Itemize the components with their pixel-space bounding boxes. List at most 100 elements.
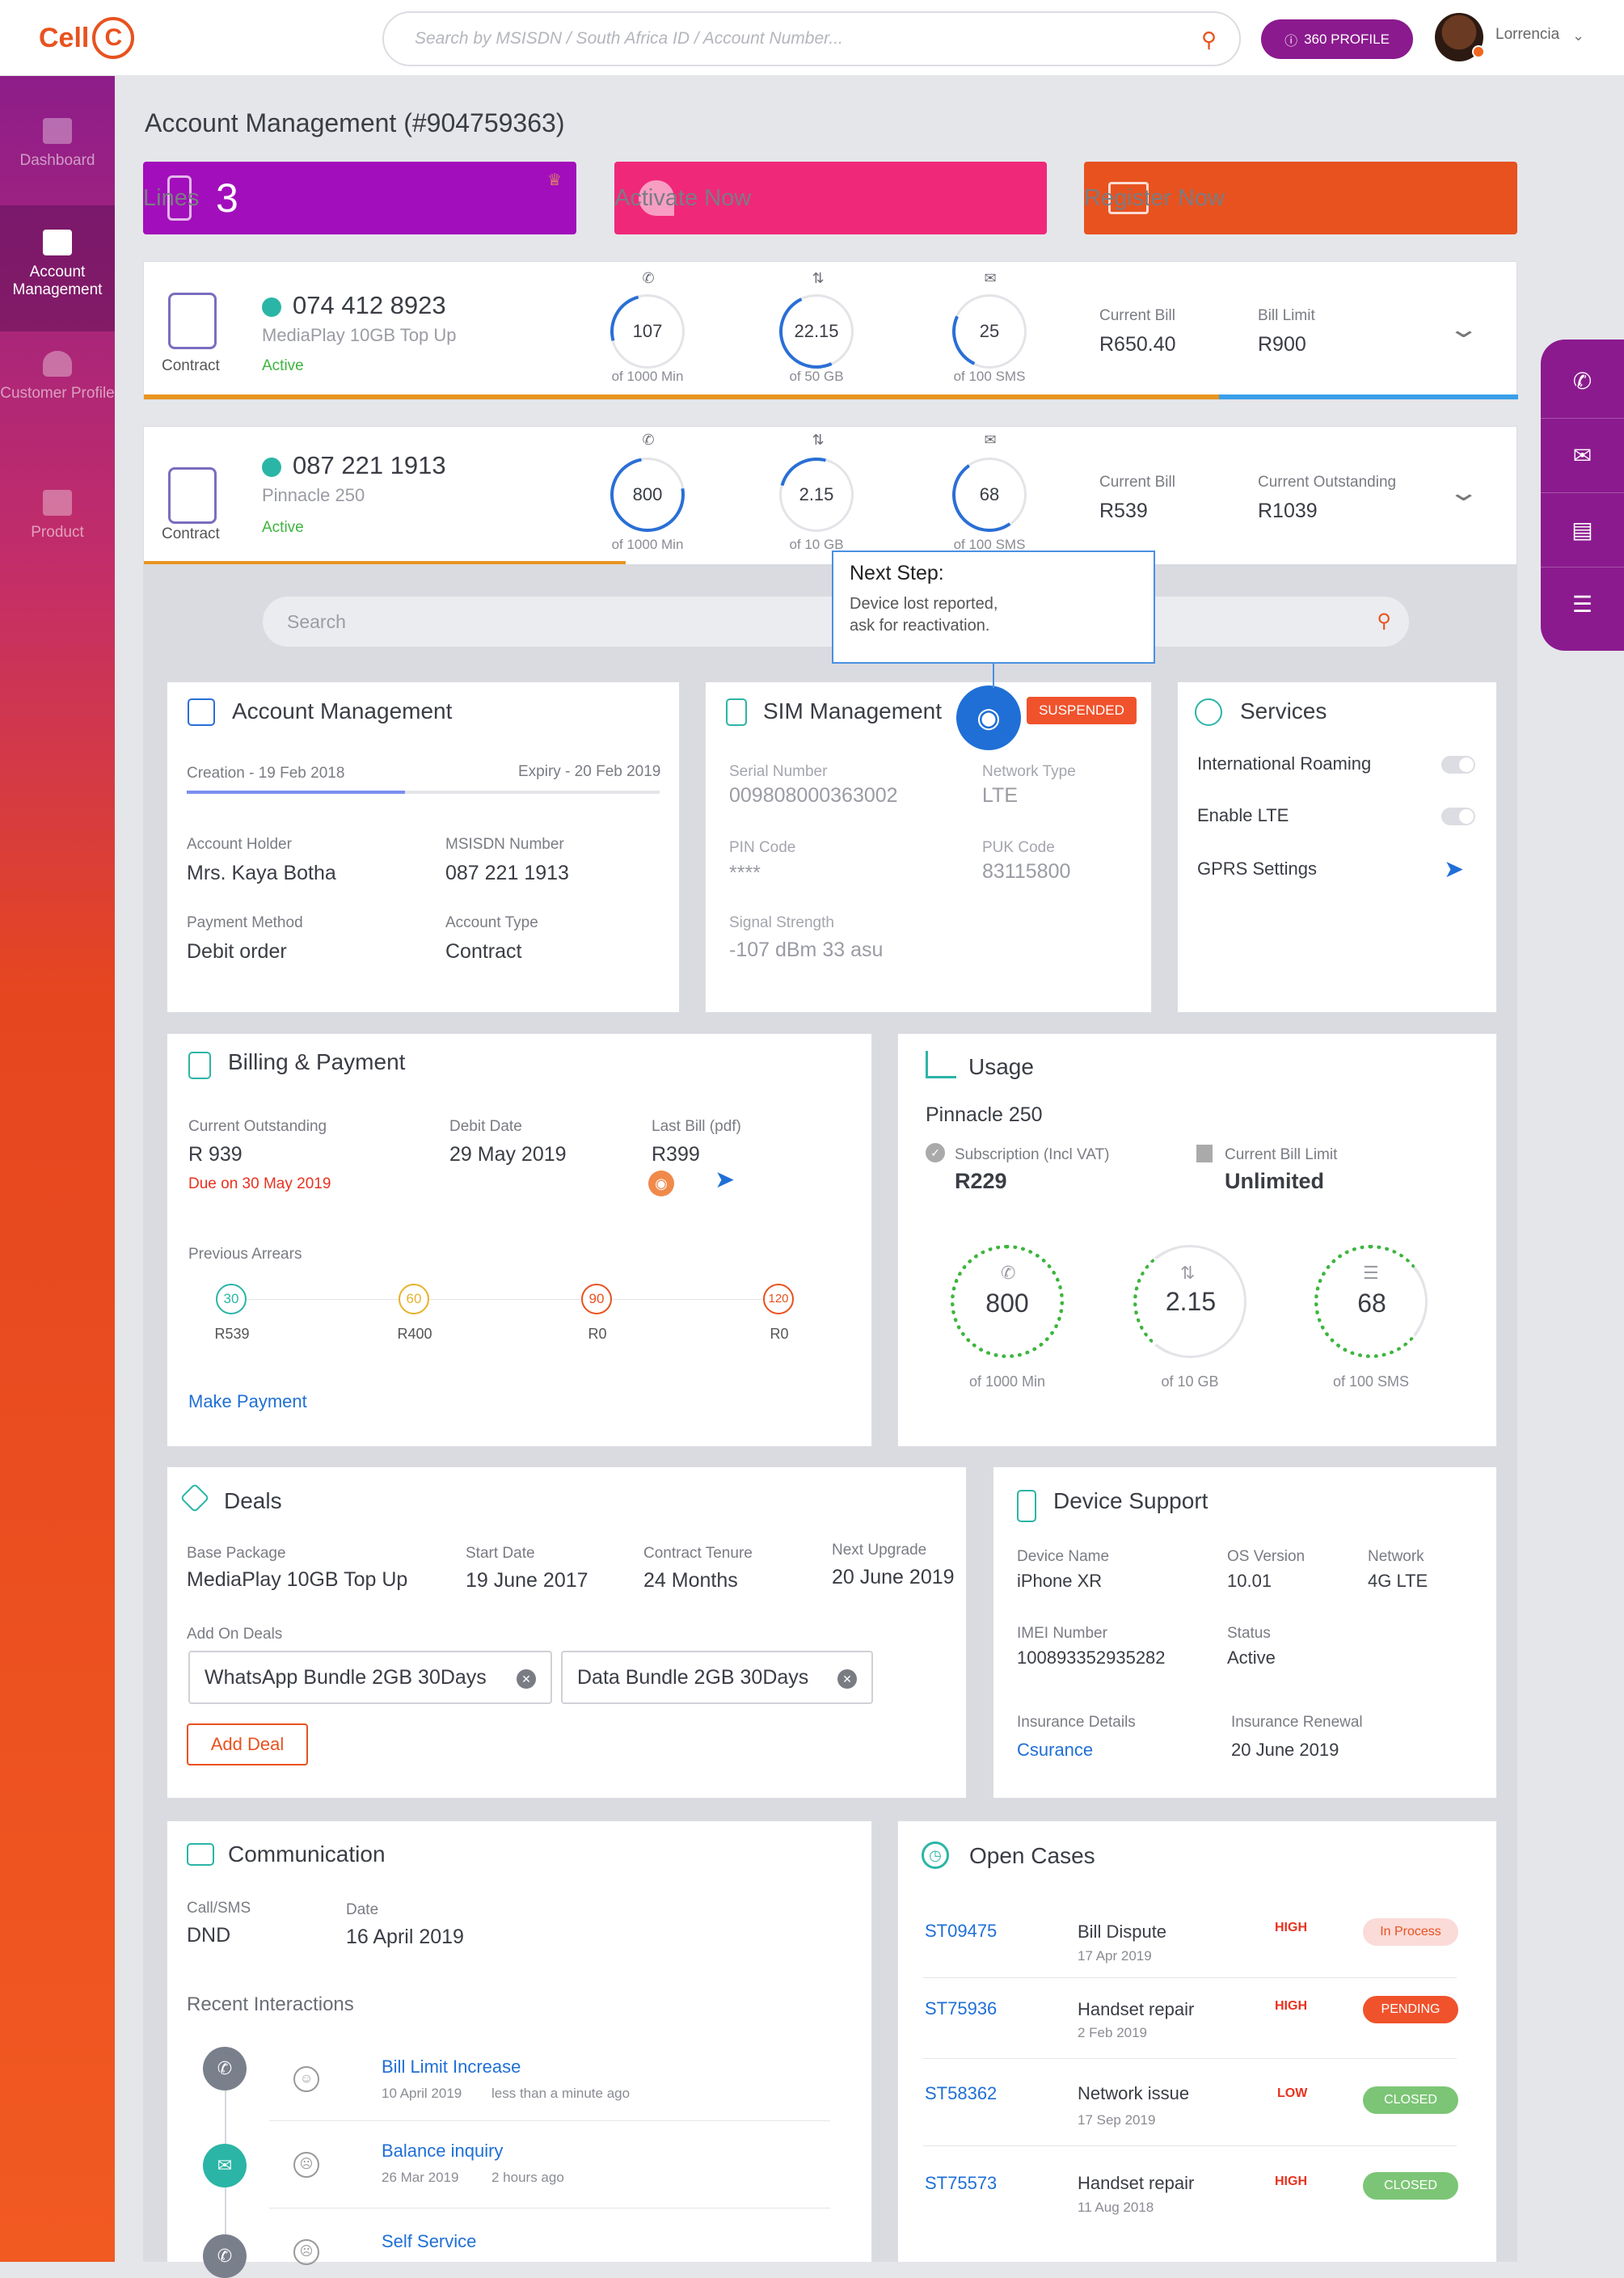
sidebar-item-label: Product (31, 524, 84, 541)
case-date: 17 Apr 2019 (1078, 1948, 1152, 1964)
case-id-link[interactable]: ST09475 (925, 1921, 997, 1942)
sidebar-item-customer-profile[interactable]: Customer Profile (0, 351, 115, 432)
case-date: 2 Feb 2019 (1078, 2025, 1148, 2040)
robot-assistant-icon[interactable]: ◉ (956, 686, 1021, 750)
search-icon[interactable]: ⚲ (1377, 610, 1391, 633)
register-now-button[interactable]: Register Now (1084, 162, 1517, 234)
line-number-text: 074 412 8923 (293, 291, 446, 319)
usage-data-gauge: 2.15 (1133, 1245, 1246, 1358)
insurance-renewal-value: 20 June 2019 (1231, 1740, 1339, 1760)
profile-button-label: 360 PROFILE (1304, 31, 1390, 47)
device-name-value: iPhone XR (1017, 1571, 1103, 1591)
sim-icon (726, 698, 747, 726)
comm-date-label: Date (346, 1901, 379, 1918)
line-card[interactable]: Contract 074 412 8923 MediaPlay 10GB Top… (143, 261, 1518, 400)
roaming-label: International Roaming (1197, 753, 1372, 774)
addon-chip[interactable]: Data Bundle 2GB 30Days ✕ (561, 1651, 873, 1704)
sidebar-item-dashboard[interactable]: Dashboard (0, 118, 115, 184)
billing-panel-title: Billing & Payment (228, 1049, 406, 1074)
send-icon[interactable]: ➤ (1444, 855, 1464, 884)
group-icon (262, 457, 281, 477)
lte-toggle[interactable] (1441, 808, 1475, 825)
insurance-link[interactable]: Csurance (1017, 1740, 1093, 1761)
case-priority: LOW (1277, 2086, 1308, 2100)
case-id-link[interactable]: ST75936 (925, 1998, 997, 2019)
receipt-icon[interactable]: ▤ (1541, 493, 1624, 567)
pin-value: **** (729, 862, 761, 884)
search-placeholder: Search by MSISDN / South Africa ID / Acc… (415, 29, 843, 48)
case-title: Network issue (1078, 2083, 1190, 2103)
debit-date-value: 29 May 2019 (449, 1143, 567, 1166)
view-icon[interactable]: ◉ (648, 1171, 674, 1196)
user-name[interactable]: Lorrencia (1495, 26, 1559, 44)
line-status: Active (262, 357, 304, 374)
interaction-title[interactable]: Balance inquiry (382, 2141, 503, 2162)
chat-icon[interactable]: ☰ (1541, 567, 1624, 642)
account-type-value: Contract (445, 940, 522, 963)
device-status-value: Active (1227, 1647, 1276, 1668)
comm-date-value: 16 April 2019 (346, 1926, 464, 1948)
add-deal-button[interactable]: Add Deal (187, 1723, 308, 1765)
phone-icon[interactable]: ✆ (1541, 344, 1624, 419)
logo-c: C (92, 17, 135, 59)
line-card[interactable]: Contract 087 221 1913 Pinnacle 250 Activ… (143, 426, 1517, 567)
activate-now-button[interactable]: Activate Now (614, 162, 1047, 234)
os-version-value: 10.01 (1227, 1571, 1272, 1591)
avatar[interactable] (1435, 13, 1485, 61)
sidebar-item-product[interactable]: Product (0, 490, 115, 555)
roaming-toggle[interactable] (1441, 756, 1475, 774)
line-plan: Pinnacle 250 (262, 485, 365, 505)
tenure-value: 24 Months (643, 1569, 738, 1592)
cellc-logo[interactable]: Cell C (39, 15, 135, 61)
usage-calls-gauge: 800 (951, 1245, 1064, 1358)
info-icon: ⓘ (1284, 34, 1298, 49)
sidebar-item-account-management[interactable]: Account Management (0, 205, 115, 331)
case-id-link[interactable]: ST58362 (925, 2083, 997, 2104)
pin-label: PIN Code (729, 839, 796, 856)
current-bill-value: R539 (1099, 500, 1148, 522)
arrears-label: Previous Arrears (188, 1246, 302, 1263)
payment-label: Payment Method (187, 914, 303, 931)
interaction-title[interactable]: Self Service (382, 2231, 476, 2252)
addon-chip[interactable]: WhatsApp Bundle 2GB 30Days ✕ (188, 1651, 552, 1704)
outstanding-value: R 939 (188, 1143, 243, 1166)
data-cap: of 50 GB (789, 369, 844, 384)
device-name-label: Device Name (1017, 1548, 1110, 1565)
case-id-link[interactable]: ST75573 (925, 2173, 997, 2194)
dashboard-icon (43, 118, 72, 144)
search-icon[interactable]: ⚲ (1201, 27, 1217, 53)
interaction-ago: 2 hours ago (491, 2170, 564, 2185)
progress-bar-orange (144, 394, 1219, 399)
phone-icon: ✆ (203, 2047, 247, 2090)
current-bill-label: Current Bill (1099, 474, 1175, 491)
top-bar: Cell C Search by MSISDN / South Africa ID… (0, 0, 1624, 76)
mail-icon[interactable]: ✉ (1541, 419, 1624, 493)
calls-gauge: 107 (597, 281, 698, 382)
360-profile-button[interactable]: ⓘ 360 PROFILE (1261, 19, 1413, 59)
close-icon[interactable]: ✕ (517, 1669, 536, 1689)
make-payment-link[interactable]: Make Payment (188, 1391, 307, 1412)
lines-count-banner[interactable]: 3 Lines ♕ (143, 162, 576, 234)
addon-chip-label: WhatsApp Bundle 2GB 30Days (205, 1665, 487, 1689)
global-search-input[interactable]: Search by MSISDN / South Africa ID / Acc… (382, 11, 1241, 66)
send-icon[interactable]: ➤ (715, 1166, 735, 1194)
case-priority: HIGH (1275, 1921, 1307, 1934)
chevron-down-icon[interactable]: ⌄ (1572, 27, 1584, 44)
case-divider (923, 2058, 1457, 2059)
chevron-down-icon[interactable]: ⌄ (1447, 479, 1479, 507)
chevron-down-icon[interactable]: ⌄ (1447, 315, 1479, 344)
sad-face-icon: ☹ (293, 2239, 319, 2265)
outstanding-label: Current Outstanding (1258, 474, 1397, 491)
bill-limit-label: Bill Limit (1258, 307, 1315, 324)
close-icon[interactable]: ✕ (837, 1669, 857, 1689)
product-icon (43, 490, 72, 516)
usage-sms-cap: of 100 SMS (1332, 1373, 1410, 1390)
phone-contract-icon (168, 293, 217, 349)
line-plan: MediaPlay 10GB Top Up (262, 325, 457, 345)
current-bill-value: R650.40 (1099, 333, 1176, 356)
logo-text: Cell (39, 22, 90, 53)
account-panel-title: Account Management (232, 698, 453, 723)
arrear-90-amount: R0 (588, 1326, 607, 1342)
msisdn-label: MSISDN Number (445, 836, 564, 853)
interaction-title[interactable]: Bill Limit Increase (382, 2057, 521, 2078)
